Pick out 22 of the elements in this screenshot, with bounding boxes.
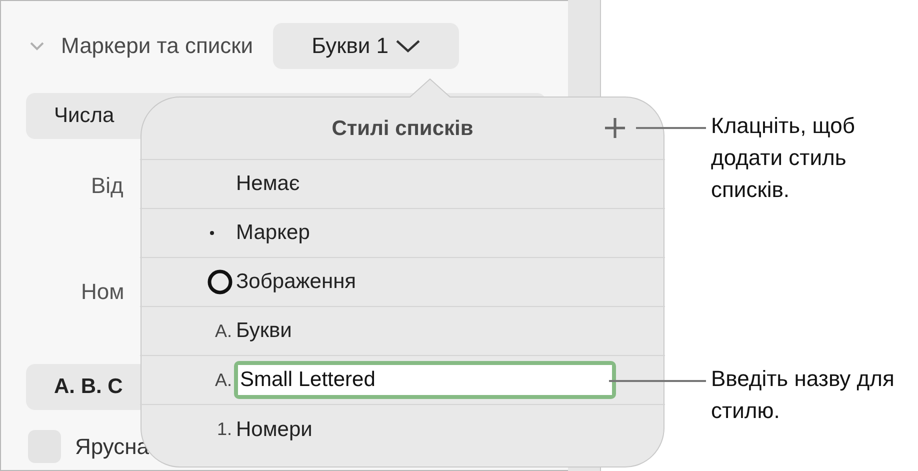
name-field[interactable]: Small Lettered xyxy=(234,361,616,399)
style-dropdown[interactable]: Букви 1 xyxy=(273,22,460,68)
field-label: Ном xyxy=(81,278,124,306)
section-title: Маркери та списки xyxy=(61,32,254,60)
list-marker: A. xyxy=(214,320,232,342)
list-style-item[interactable]: Немає xyxy=(236,168,300,200)
leader-line xyxy=(636,127,706,129)
popover-title: Стилі списків xyxy=(332,116,474,142)
ring-icon xyxy=(206,268,234,296)
checkbox-label: Ярусна xyxy=(75,433,150,461)
list-style-item[interactable]: Номери xyxy=(236,414,312,446)
list-marker: 1. xyxy=(216,418,232,441)
list-marker: A. xyxy=(214,368,232,392)
add-icon[interactable] xyxy=(603,116,627,140)
bullet-icon xyxy=(210,231,214,235)
list-style-item[interactable]: Маркер xyxy=(236,217,310,249)
callout-text: Клацніть, щоб додати стиль списків. xyxy=(711,112,856,204)
chevron-down-icon xyxy=(394,38,421,52)
field-label: Від xyxy=(91,172,124,200)
list-style-item[interactable]: Зображення xyxy=(236,266,356,298)
list-style-item[interactable]: Букви xyxy=(236,315,292,347)
callout-text: Введіть назву для стилю. xyxy=(711,365,896,425)
